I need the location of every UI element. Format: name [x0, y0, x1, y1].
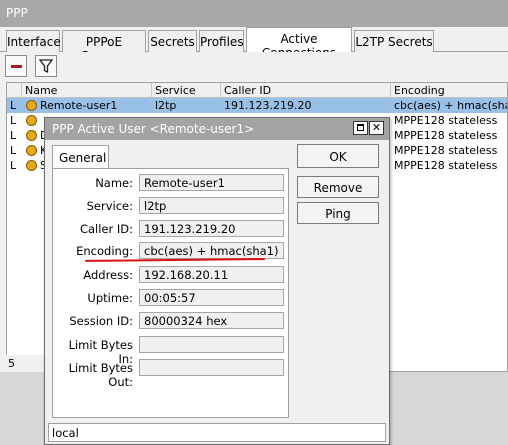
- dialog-status: local: [48, 423, 386, 442]
- user-icon: [26, 160, 37, 171]
- row-encoding: cbc(aes) + hmac(sha1): [394, 99, 507, 112]
- encoding-field[interactable]: cbc(aes) + hmac(sha1): [139, 242, 284, 259]
- uptime-field[interactable]: 00:05:57: [139, 289, 284, 306]
- limit-bytes-out-label: Limit Bytes Out:: [68, 361, 133, 389]
- tab-active-connections[interactable]: Active Connections: [246, 27, 352, 60]
- row-encoding: MPPE128 stateless: [394, 114, 498, 127]
- user-icon: [26, 115, 37, 126]
- encoding-label: Encoding:: [76, 244, 133, 258]
- highlight-underline: [84, 258, 266, 262]
- service-field[interactable]: l2tp: [139, 197, 284, 214]
- user-icon: [26, 100, 37, 111]
- item-count: 5 items: [6, 355, 46, 383]
- ok-button[interactable]: OK: [297, 144, 379, 168]
- close-icon: ✕: [371, 121, 382, 134]
- tab-bar: Interface PPPoE Servers Secrets Profiles…: [0, 27, 508, 63]
- session-id-field[interactable]: 80000324 hex: [139, 312, 284, 329]
- row-encoding: MPPE128 stateless: [394, 144, 498, 157]
- row-caller-id: 191.123.219.20: [224, 99, 312, 112]
- caller-id-label: Caller ID:: [79, 222, 133, 236]
- row-encoding: MPPE128 stateless: [394, 159, 498, 172]
- session-id-label: Session ID:: [69, 314, 133, 328]
- filter-icon: [38, 59, 54, 74]
- table-header: Name Service Caller ID Encoding: [7, 83, 507, 98]
- minus-icon: [11, 65, 22, 68]
- row-flag: L: [10, 99, 17, 112]
- header-service[interactable]: Service: [152, 83, 221, 98]
- dialog-title: PPP Active User <Remote-user1>: [45, 118, 389, 140]
- toolbar: [0, 52, 508, 82]
- maximize-button[interactable]: [353, 121, 368, 135]
- header-encoding[interactable]: Encoding: [391, 83, 507, 98]
- tab-pppoe-servers[interactable]: PPPoE Servers: [62, 30, 146, 63]
- service-label: Service:: [86, 199, 133, 213]
- caller-id-field[interactable]: 191.123.219.20: [139, 220, 284, 237]
- row-flag: L: [10, 114, 17, 127]
- maximize-icon: [357, 124, 364, 131]
- uptime-label: Uptime:: [87, 291, 133, 305]
- table-row[interactable]: L Remote-user1 l2tp 191.123.219.20 cbc(a…: [7, 98, 507, 113]
- active-user-dialog: PPP Active User <Remote-user1> ✕ General…: [44, 117, 390, 445]
- row-name: Remote-user1: [40, 99, 118, 112]
- row-service: l2tp: [155, 99, 177, 112]
- header-flag: [7, 83, 22, 98]
- user-icon: [26, 130, 37, 141]
- row-flag: L: [10, 159, 17, 172]
- tab-general[interactable]: General: [52, 145, 109, 169]
- close-button[interactable]: ✕: [369, 121, 384, 135]
- filter-button[interactable]: [35, 55, 57, 77]
- address-field[interactable]: 192.168.20.11: [139, 266, 284, 283]
- remove-button[interactable]: Remove: [297, 176, 379, 198]
- tab-secrets[interactable]: Secrets: [148, 30, 197, 52]
- user-icon: [26, 145, 37, 156]
- address-label: Address:: [83, 268, 133, 282]
- name-label: Name:: [95, 176, 133, 190]
- header-name[interactable]: Name: [22, 83, 152, 98]
- row-encoding: MPPE128 stateless: [394, 129, 498, 142]
- name-field[interactable]: Remote-user1: [139, 174, 284, 191]
- tab-interface[interactable]: Interface: [6, 30, 61, 52]
- remove-button[interactable]: [5, 55, 27, 77]
- header-caller-id[interactable]: Caller ID: [221, 83, 391, 98]
- row-flag: L: [10, 129, 17, 142]
- tab-l2tp-secrets[interactable]: L2TP Secrets: [354, 30, 434, 52]
- window-title: PPP: [0, 0, 508, 27]
- general-panel: Name: Remote-user1 Service: l2tp Caller …: [52, 168, 289, 418]
- ping-button[interactable]: Ping: [297, 202, 379, 224]
- row-flag: L: [10, 144, 17, 157]
- tab-profiles[interactable]: Profiles: [199, 30, 244, 52]
- limit-bytes-out-field[interactable]: [139, 359, 284, 376]
- limit-bytes-in-field[interactable]: [139, 336, 284, 353]
